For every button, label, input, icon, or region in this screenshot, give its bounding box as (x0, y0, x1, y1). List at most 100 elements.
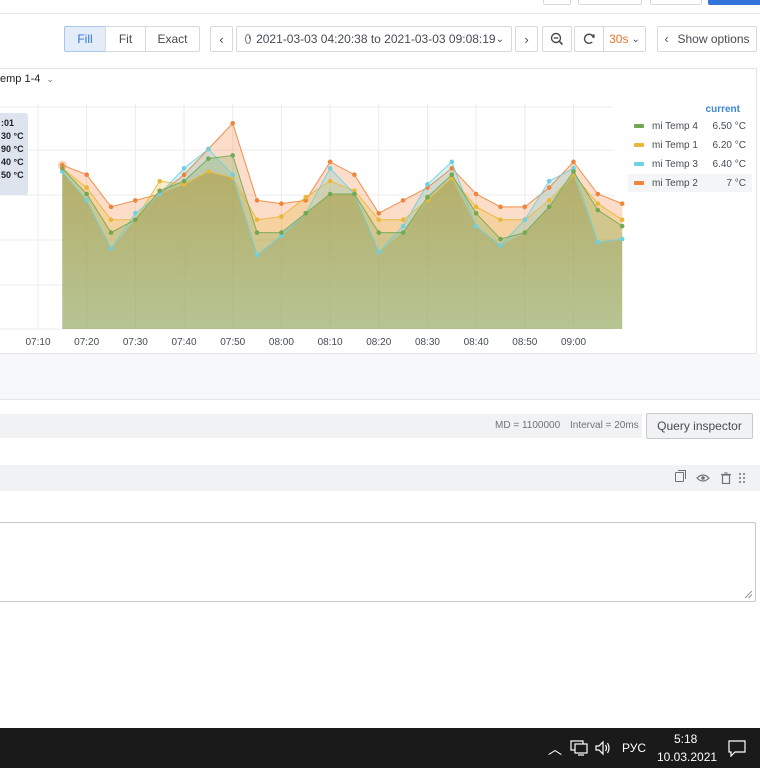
x-tick-label: 08:30 (415, 337, 440, 348)
trash-icon[interactable] (720, 472, 732, 484)
query-editor-textarea[interactable] (0, 522, 756, 602)
panel-splitter-area (0, 354, 760, 400)
drag-handle-icon[interactable] (738, 472, 746, 484)
legend-header[interactable]: current (700, 104, 740, 115)
x-tick-label: 07:30 (123, 337, 148, 348)
data-point (498, 236, 503, 242)
data-point (327, 165, 333, 171)
legend-item[interactable]: mi Temp 2 7 °C (628, 174, 752, 192)
x-tick-label: 08:00 (269, 337, 294, 348)
resize-handle-icon[interactable] (744, 590, 753, 599)
legend-item[interactable]: mi Temp 4 6.50 °C (628, 117, 752, 135)
data-point (595, 239, 601, 245)
data-point (376, 217, 382, 223)
data-point (619, 201, 625, 206)
data-point (181, 178, 187, 184)
eye-icon[interactable] (696, 472, 710, 484)
data-point (230, 120, 236, 126)
legend-item-name: mi Temp 4 (652, 120, 698, 132)
data-point (133, 198, 138, 203)
data-point (108, 204, 114, 210)
data-point (619, 223, 625, 229)
legend-item-value: 6.40 °C (712, 158, 746, 170)
tooltip-line: 90 °C (1, 144, 24, 154)
data-point (595, 201, 601, 206)
data-point (376, 230, 382, 235)
legend-item-value: 6.50 °C (712, 120, 746, 132)
legend-swatch (634, 181, 644, 185)
clock-date[interactable]: 10.03.2021 (657, 750, 717, 764)
max-data-points: MD = 1100000 (495, 420, 561, 431)
data-point (206, 156, 211, 161)
data-point (400, 198, 406, 203)
data-point (254, 217, 260, 223)
legend-item-value: 6.20 °C (712, 139, 746, 151)
query-interval: Interval = 20ms (570, 420, 639, 431)
data-point (473, 191, 479, 197)
data-point (376, 210, 382, 216)
windows-taskbar: ︿ РУС 5:18 10.03.2021 (0, 728, 760, 768)
tooltip-line: :01 (1, 118, 15, 128)
data-point (376, 249, 382, 255)
data-point (522, 230, 528, 235)
data-point (546, 204, 552, 210)
legend-item[interactable]: mi Temp 1 6.20 °C (628, 136, 752, 154)
x-tick-label: 08:20 (366, 337, 391, 348)
duplicate-query-icon-back (678, 470, 686, 479)
volume-icon[interactable] (594, 740, 612, 756)
data-point (473, 210, 479, 216)
data-point (546, 185, 552, 190)
query-inspector-button[interactable]: Query inspector (646, 413, 753, 439)
data-point (498, 217, 503, 223)
input-language[interactable]: РУС (622, 741, 646, 755)
data-point (279, 214, 284, 219)
hover-marker (57, 160, 67, 170)
chevron-up-icon[interactable]: ︿ (548, 739, 562, 759)
data-point (279, 230, 284, 235)
data-point (303, 194, 309, 200)
x-tick-label: 07:50 (220, 337, 245, 348)
x-tick-label: 08:10 (318, 337, 343, 348)
data-point (108, 217, 114, 223)
data-point (619, 236, 625, 242)
query-row-header (0, 465, 760, 491)
data-point (522, 204, 528, 210)
tooltip-line: 50 °C (1, 170, 24, 180)
legend-item-name: mi Temp 1 (652, 139, 698, 151)
data-point (546, 198, 552, 203)
data-point (84, 198, 89, 203)
data-point (108, 230, 114, 235)
data-point (181, 165, 187, 171)
data-point (206, 169, 211, 174)
data-point (84, 172, 89, 178)
data-point (571, 159, 576, 165)
data-point (327, 191, 333, 197)
legend-item-name: mi Temp 2 (652, 177, 698, 189)
x-tick-label: 07:10 (25, 337, 50, 348)
notifications-icon[interactable] (728, 740, 746, 757)
data-point (254, 252, 260, 258)
legend-swatch (634, 162, 644, 166)
data-point (400, 230, 406, 235)
data-point (230, 172, 236, 178)
legend-item-value: 7 °C (726, 177, 746, 189)
x-tick-label: 07:40 (172, 337, 197, 348)
legend-item[interactable]: mi Temp 3 6.40 °C (628, 155, 752, 173)
data-point (352, 191, 357, 197)
data-point (84, 191, 89, 197)
clock-time[interactable]: 5:18 (674, 732, 697, 746)
data-point (254, 230, 260, 235)
query-info-bar: MD = 1100000 Interval = 20ms (0, 414, 642, 438)
tooltip-line: 40 °C (1, 157, 24, 167)
x-tick-label: 09:00 (561, 337, 586, 348)
graph-tooltip: :01 30 °C 90 °C 40 °C 50 °C (0, 113, 28, 195)
tooltip-line: 30 °C (1, 131, 24, 141)
x-tick-label: 08:50 (512, 337, 537, 348)
network-icon[interactable] (570, 740, 588, 756)
data-point (230, 153, 236, 158)
data-point (84, 185, 89, 190)
data-point (449, 159, 455, 165)
data-point (133, 210, 138, 216)
data-point (133, 217, 138, 223)
data-point (303, 210, 309, 216)
